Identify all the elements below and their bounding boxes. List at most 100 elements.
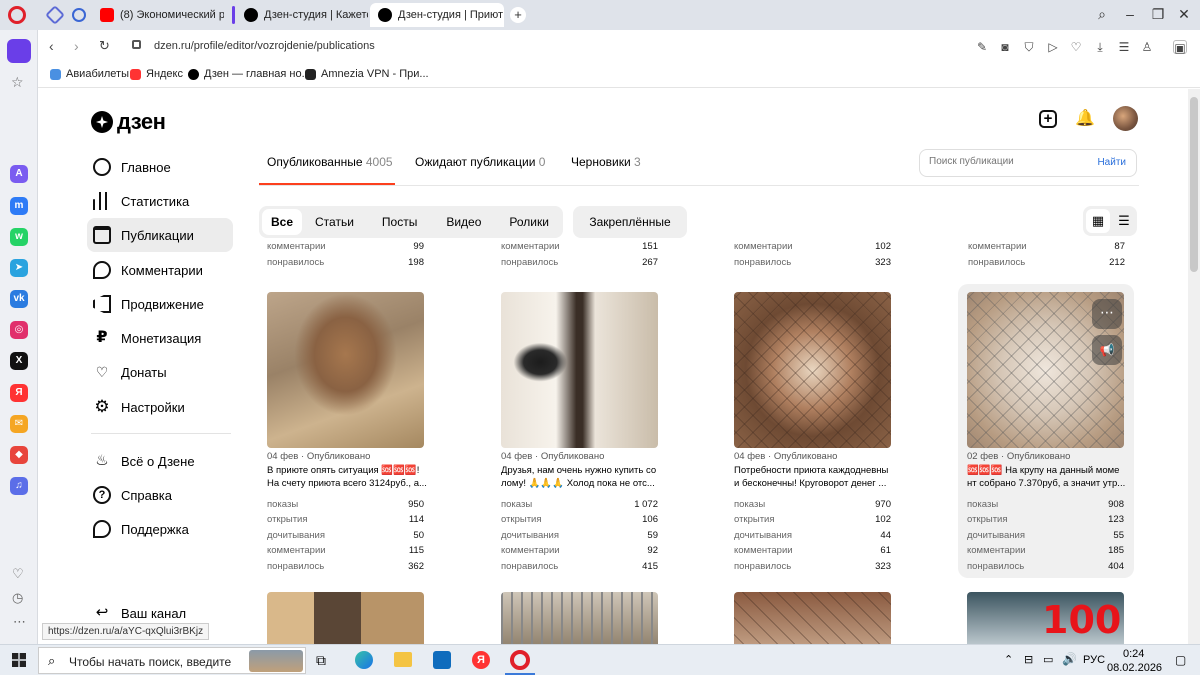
favorite-icon[interactable]: ♡	[1069, 40, 1083, 54]
new-tab-button[interactable]: +	[510, 7, 526, 23]
whatsapp-icon[interactable]: w	[10, 228, 28, 246]
telegram-icon[interactable]: ➤	[10, 259, 28, 277]
task-view-icon[interactable]: ⧉	[316, 652, 326, 669]
edge-icon[interactable]	[355, 651, 373, 669]
minimize-icon[interactable]: –	[1122, 6, 1138, 22]
url-field[interactable]: dzen.ru/profile/editor/vozrojdenie/publi…	[154, 40, 375, 52]
x-icon[interactable]: X	[10, 352, 28, 370]
clock-time[interactable]: 0:24	[1123, 648, 1144, 660]
filter-all[interactable]: Все	[262, 209, 303, 235]
search-box[interactable]: Найти	[919, 149, 1137, 177]
volume-icon[interactable]: 🔊	[1062, 652, 1077, 666]
edit-page-icon[interactable]: ✎	[975, 40, 989, 54]
grid-view-icon[interactable]: ▦	[1086, 209, 1110, 233]
publication-card[interactable]: 04 фев · Опубликовано Потребности приюта…	[725, 284, 901, 578]
instagram-icon[interactable]: ◎	[10, 321, 28, 339]
create-button[interactable]: +	[1039, 110, 1057, 128]
tray-chevron-icon[interactable]: ⌃	[1004, 653, 1013, 666]
workspace-icon[interactable]	[45, 5, 65, 25]
notifications-icon[interactable]: ▢	[1175, 653, 1186, 667]
download-icon[interactable]: ⤓	[1093, 40, 1107, 54]
close-icon[interactable]: ✕	[1176, 6, 1192, 22]
extensions-icon[interactable]: ▣	[1173, 40, 1187, 55]
workspace-2-icon[interactable]	[72, 8, 86, 22]
nav-publikacii[interactable]: Публикации	[87, 218, 233, 252]
reload-icon[interactable]: ↻	[99, 38, 110, 54]
windows-start-icon[interactable]	[12, 653, 26, 667]
promote-button[interactable]: 📢	[1092, 335, 1122, 365]
list-view-icon[interactable]: ☰	[1113, 209, 1135, 233]
filter-pinned[interactable]: Закреплённые	[573, 206, 687, 238]
settings-icon[interactable]: ☰	[1117, 40, 1131, 54]
nav-spravka[interactable]: ? Справка	[87, 478, 233, 512]
bell-icon[interactable]: 🔔	[1075, 108, 1095, 128]
clock-date[interactable]: 08.02.2026	[1107, 662, 1162, 674]
history-icon[interactable]: ◷	[12, 590, 23, 606]
card-image[interactable]	[267, 592, 424, 644]
filter-shorts[interactable]: Ролики	[509, 215, 549, 229]
publication-card[interactable]: ⋯ 📢 02 фев · Опубликовано 🆘🆘🆘 На крупу н…	[958, 284, 1134, 578]
bookmark-dzen[interactable]: Дзен — главная но...	[188, 68, 311, 80]
nav-podderzhka[interactable]: Поддержка	[87, 512, 233, 546]
nav-prodvizhenie[interactable]: Продвижение	[87, 287, 233, 321]
aria-icon[interactable]: A	[10, 165, 28, 183]
vk-icon[interactable]: vk	[10, 290, 28, 308]
tab-pending[interactable]: Ожидают публикации 0	[415, 155, 545, 169]
profile-icon[interactable]: ♙	[1140, 40, 1154, 54]
game-icon[interactable]: ◆	[10, 446, 28, 464]
forward-icon[interactable]: ›	[74, 38, 79, 54]
tab-dzen-1[interactable]: Дзен-студия | Кажется, н	[236, 3, 368, 27]
bookmark-amnezia[interactable]: Amnezia VPN - При...	[305, 68, 429, 80]
more-options-button[interactable]: ⋯	[1092, 299, 1122, 329]
publication-card[interactable]: 04 фев · Опубликовано Друзья, нам очень …	[492, 284, 668, 578]
more-icon[interactable]: ⋯	[13, 614, 26, 630]
explorer-icon[interactable]	[394, 652, 412, 667]
network-icon[interactable]: ⊟	[1024, 653, 1033, 666]
mail-icon[interactable]: ✉	[10, 415, 28, 433]
bookmark-aviabilety[interactable]: Авиабилеты	[50, 68, 129, 80]
filter-posts[interactable]: Посты	[382, 215, 417, 229]
send-icon[interactable]: ▷	[1046, 40, 1060, 54]
publication-card[interactable]: 04 фев · Опубликовано В приюте опять сит…	[258, 284, 434, 578]
nav-nastroiki[interactable]: ⚙ Настройки	[87, 390, 233, 424]
scrollbar[interactable]	[1188, 89, 1200, 644]
card-image[interactable]: 100	[967, 592, 1124, 644]
nav-donaty[interactable]: ♡ Донаты	[87, 355, 233, 389]
back-icon[interactable]: ‹	[49, 38, 54, 54]
home-icon[interactable]	[7, 39, 31, 63]
opera-logo-icon[interactable]	[8, 6, 26, 24]
outlook-icon[interactable]	[433, 651, 451, 669]
nav-vse-o-dzene[interactable]: ♨ Всё о Дзене	[87, 444, 233, 478]
tab-dzen-2[interactable]: Дзен-студия | Приют Пла	[370, 3, 504, 27]
card-image[interactable]	[501, 592, 658, 644]
filter-video[interactable]: Видео	[446, 215, 481, 229]
tab-youtube[interactable]: (8) Экономический рост	[92, 3, 224, 27]
shield-icon[interactable]: ⛉	[1022, 40, 1036, 54]
tab-published[interactable]: Опубликованные 4005	[267, 155, 393, 169]
taskbar-search[interactable]: ⌕ Чтобы начать поиск, введите	[38, 647, 306, 674]
nav-monetizaciya[interactable]: ₽ Монетизация	[87, 321, 233, 355]
dzen-logo[interactable]: дзен	[91, 109, 166, 135]
music-icon[interactable]: ♫	[10, 477, 28, 495]
search-button[interactable]: Найти	[1097, 157, 1126, 168]
yandex-icon[interactable]: Я	[10, 384, 28, 402]
avatar[interactable]	[1113, 106, 1138, 131]
battery-icon[interactable]: ▭	[1043, 653, 1053, 666]
search-input[interactable]	[929, 156, 1079, 167]
nav-kommentarii[interactable]: Комментарии	[87, 253, 233, 287]
card-image[interactable]	[734, 592, 891, 644]
nav-glavnoe[interactable]: Главное	[87, 150, 233, 184]
heart-icon[interactable]: ♡	[12, 566, 24, 582]
tab-drafts[interactable]: Черновики 3	[571, 155, 641, 169]
star-icon[interactable]: ☆	[11, 74, 24, 91]
yandex-browser-icon[interactable]: Я	[472, 651, 490, 669]
messenger-icon[interactable]: m	[10, 197, 28, 215]
restore-icon[interactable]: ❐	[1150, 6, 1166, 22]
language-indicator[interactable]: РУС	[1083, 654, 1105, 666]
nav-statistika[interactable]: Статистика	[87, 184, 233, 218]
opera-taskbar-icon[interactable]	[510, 650, 530, 670]
filter-articles[interactable]: Статьи	[315, 215, 354, 229]
camera-icon[interactable]: ◙	[998, 40, 1012, 54]
search-tabs-icon[interactable]: ⌕	[1094, 6, 1110, 22]
bookmark-yandex[interactable]: Яндекс	[130, 68, 183, 80]
